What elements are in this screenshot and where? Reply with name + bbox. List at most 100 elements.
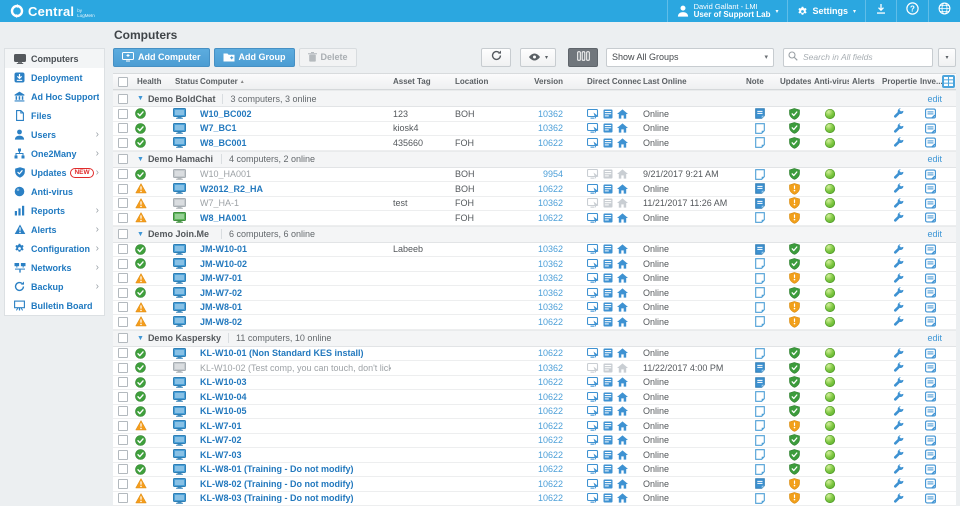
- file-manager-icon[interactable]: [603, 138, 613, 148]
- main-menu-icon[interactable]: [617, 244, 628, 254]
- properties-icon[interactable]: [893, 183, 904, 194]
- inventory-icon[interactable]: [925, 258, 936, 269]
- inventory-icon[interactable]: [925, 493, 936, 504]
- row-checkbox[interactable]: [118, 169, 128, 179]
- remote-control-icon[interactable]: [587, 479, 599, 489]
- row-checkbox[interactable]: [118, 138, 128, 148]
- row-checkbox[interactable]: [118, 435, 128, 445]
- sidebar-item-users[interactable]: Users ›: [5, 125, 104, 144]
- version-link[interactable]: 10622: [538, 184, 563, 194]
- row-checkbox[interactable]: [118, 302, 128, 312]
- main-menu-icon[interactable]: [617, 493, 628, 503]
- remote-control-icon[interactable]: [587, 184, 599, 194]
- file-manager-icon[interactable]: [603, 377, 613, 387]
- main-menu-icon[interactable]: [617, 109, 628, 119]
- remote-control-icon[interactable]: [587, 377, 599, 387]
- row-checkbox[interactable]: [118, 421, 128, 431]
- main-menu-icon[interactable]: [617, 288, 628, 298]
- column-header-note[interactable]: Note: [743, 77, 777, 86]
- computer-link[interactable]: KL-W10-02 (Test comp, you can touch, don…: [200, 363, 391, 373]
- sidebar-item-bulletin-board[interactable]: Bulletin Board: [5, 296, 104, 315]
- remote-control-icon[interactable]: [587, 288, 599, 298]
- row-checkbox[interactable]: [118, 464, 128, 474]
- computer-link[interactable]: W2012_R2_HA: [200, 184, 263, 194]
- file-manager-icon[interactable]: [603, 493, 613, 503]
- version-link[interactable]: 10622: [538, 406, 563, 416]
- download-button[interactable]: [865, 0, 896, 22]
- file-manager-icon[interactable]: [603, 406, 613, 416]
- version-link[interactable]: 10362: [538, 288, 563, 298]
- collapse-group-icon[interactable]: ▼: [137, 231, 144, 238]
- version-link[interactable]: 10622: [538, 213, 563, 223]
- computer-link[interactable]: KL-W7-03: [200, 450, 242, 460]
- note-filled-icon[interactable]: [755, 362, 765, 373]
- version-link[interactable]: 10362: [538, 244, 563, 254]
- inventory-icon[interactable]: [925, 108, 936, 119]
- remote-control-icon[interactable]: [587, 493, 599, 503]
- group-checkbox[interactable]: [118, 154, 128, 164]
- computer-link[interactable]: W10_BC002: [200, 109, 252, 119]
- column-header-asset-tag[interactable]: Asset Tag: [391, 77, 453, 86]
- main-menu-icon[interactable]: [617, 317, 628, 327]
- language-button[interactable]: [928, 0, 960, 22]
- file-manager-icon[interactable]: [603, 479, 613, 489]
- note-icon[interactable]: [755, 302, 765, 313]
- properties-icon[interactable]: [893, 464, 904, 475]
- row-checkbox[interactable]: [118, 392, 128, 402]
- properties-icon[interactable]: [893, 258, 904, 269]
- column-header-computer[interactable]: Computer▲: [198, 77, 391, 86]
- remote-control-icon[interactable]: [587, 302, 599, 312]
- note-filled-icon[interactable]: [755, 244, 765, 255]
- file-manager-icon[interactable]: [603, 464, 613, 474]
- refresh-button[interactable]: [481, 48, 511, 67]
- file-manager-icon[interactable]: [603, 435, 613, 445]
- inventory-icon[interactable]: [925, 123, 936, 134]
- computer-link[interactable]: KL-W7-02: [200, 435, 242, 445]
- main-menu-icon[interactable]: [617, 348, 628, 358]
- inventory-icon[interactable]: [925, 377, 936, 388]
- row-checkbox[interactable]: [118, 109, 128, 119]
- row-checkbox[interactable]: [118, 493, 128, 503]
- group-checkbox[interactable]: [118, 94, 128, 104]
- computer-link[interactable]: W10_HA001: [200, 169, 251, 179]
- file-manager-icon[interactable]: [603, 213, 613, 223]
- sidebar-item-configuration[interactable]: Configuration ›: [5, 239, 104, 258]
- computer-link[interactable]: KL-W8-01 (Training - Do not modify): [200, 464, 354, 474]
- main-menu-icon[interactable]: [617, 479, 628, 489]
- remote-control-icon[interactable]: [587, 123, 599, 133]
- file-manager-icon[interactable]: [603, 450, 613, 460]
- settings-menu[interactable]: Settings ▾: [787, 0, 865, 22]
- row-checkbox[interactable]: [118, 317, 128, 327]
- note-icon[interactable]: [755, 212, 765, 223]
- main-menu-icon[interactable]: [617, 123, 628, 133]
- file-manager-icon[interactable]: [603, 288, 613, 298]
- inventory-icon[interactable]: [925, 273, 936, 284]
- group-filter-select[interactable]: Show All Groups ▾: [606, 48, 774, 67]
- version-link[interactable]: 10362: [538, 273, 563, 283]
- main-menu-icon[interactable]: [617, 392, 628, 402]
- main-menu-icon[interactable]: [617, 421, 628, 431]
- properties-icon[interactable]: [893, 391, 904, 402]
- row-checkbox[interactable]: [118, 213, 128, 223]
- remote-control-icon[interactable]: [587, 273, 599, 283]
- column-chooser-button[interactable]: [942, 75, 955, 88]
- remote-control-icon[interactable]: [587, 138, 599, 148]
- remote-control-icon[interactable]: [587, 348, 599, 358]
- version-link[interactable]: 10362: [538, 302, 563, 312]
- inventory-icon[interactable]: [925, 391, 936, 402]
- sidebar-item-deployment[interactable]: Deployment: [5, 68, 104, 87]
- inventory-icon[interactable]: [925, 435, 936, 446]
- inventory-icon[interactable]: [925, 362, 936, 373]
- note-icon[interactable]: [755, 493, 765, 504]
- sidebar-item-computers[interactable]: Computers: [5, 49, 104, 68]
- column-header-inve[interactable]: Inve...: [917, 77, 943, 86]
- note-filled-icon[interactable]: [755, 198, 765, 209]
- computer-link[interactable]: KL-W10-05: [200, 406, 247, 416]
- properties-icon[interactable]: [893, 302, 904, 313]
- file-manager-icon[interactable]: [603, 317, 613, 327]
- note-filled-icon[interactable]: [755, 377, 765, 388]
- properties-icon[interactable]: [893, 348, 904, 359]
- main-menu-icon[interactable]: [617, 184, 628, 194]
- note-filled-icon[interactable]: [755, 183, 765, 194]
- note-icon[interactable]: [755, 420, 765, 431]
